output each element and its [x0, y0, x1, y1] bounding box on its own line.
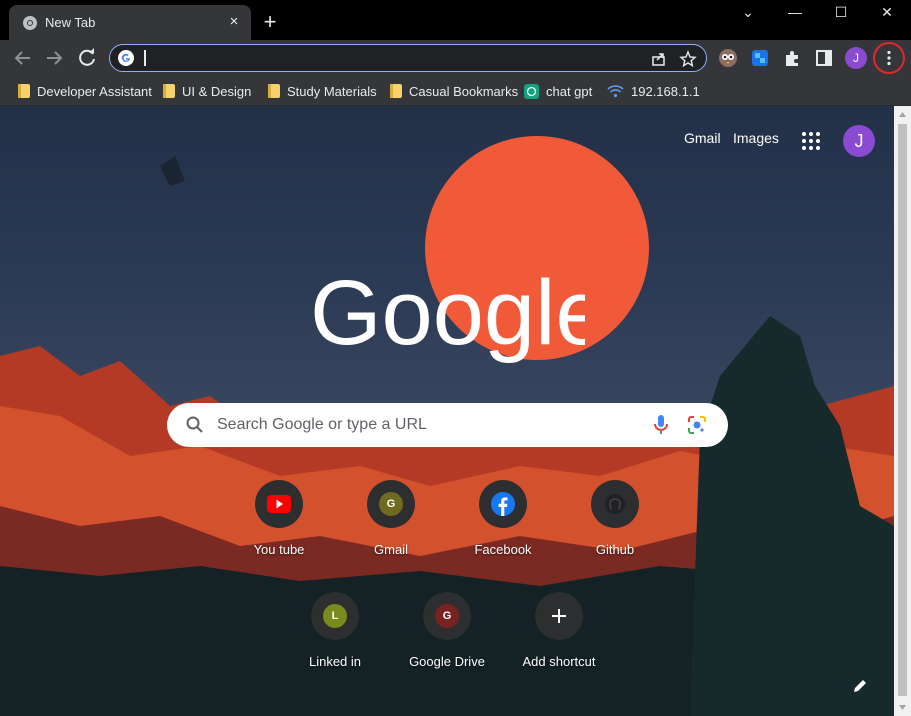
shortcut-label: Linked in [308, 654, 362, 669]
maximize-button[interactable]: ☐ [818, 2, 864, 24]
shortcut-label: Facebook [474, 542, 532, 557]
url-input[interactable] [143, 48, 623, 68]
text-cursor [144, 50, 146, 66]
github-icon [605, 494, 625, 514]
bookmark-label: UI & Design [182, 83, 252, 99]
back-icon[interactable] [10, 45, 36, 71]
scroll-up-icon[interactable] [899, 111, 906, 118]
bookmark-label: 192.168.1.1 [631, 83, 700, 99]
bookmark-chat-gpt[interactable]: chat gpt [524, 81, 592, 101]
forward-icon[interactable] [41, 45, 67, 71]
shortcut-gmail[interactable]: G Gmail [335, 480, 447, 580]
search-input[interactable] [217, 413, 637, 437]
folder-icon [268, 84, 280, 98]
tab-new-tab[interactable]: New Tab × [9, 5, 251, 40]
extensions-puzzle-icon[interactable] [781, 47, 803, 69]
address-bar[interactable] [109, 44, 707, 72]
minimize-button[interactable]: — [772, 2, 818, 24]
bookmark-ui-design[interactable]: UI & Design [163, 81, 251, 101]
bookmark-label: chat gpt [546, 83, 593, 99]
shortcut-tile: L [311, 592, 359, 640]
extension-blue-icon[interactable] [749, 47, 771, 69]
toolbar: J [0, 40, 911, 76]
page-scrollbar[interactable] [894, 106, 911, 716]
youtube-icon [267, 495, 291, 513]
account-avatar[interactable]: J [843, 125, 875, 157]
search-box[interactable] [167, 403, 728, 447]
shortcut-tile [479, 480, 527, 528]
shortcut-tile: G [423, 592, 471, 640]
bookmark-study-materials[interactable]: Study Materials [268, 81, 377, 101]
shortcut-label: Google Drive [409, 654, 485, 669]
new-tab-page: Gmail Images J Google Search Google or t… [0, 106, 894, 716]
more-vertical-icon [887, 50, 891, 66]
shortcut-tile [255, 480, 303, 528]
customize-pencil-icon[interactable] [850, 676, 870, 696]
tab-search-button[interactable]: ⌄ [725, 2, 771, 24]
bookmark-developer-assistant[interactable]: Developer Assistant [18, 81, 152, 101]
bookmark-label: Study Materials [287, 83, 377, 99]
tab-close-button[interactable]: × [225, 13, 243, 31]
shortcut-label: Github [595, 542, 635, 557]
add-shortcut-button[interactable]: Add shortcut [503, 592, 615, 692]
scroll-thumb[interactable] [898, 124, 907, 696]
bookmark-router[interactable]: 192.168.1.1 [607, 81, 700, 101]
profile-avatar[interactable]: J [845, 47, 867, 69]
gmail-link[interactable]: Gmail [684, 130, 721, 146]
close-window-button[interactable]: ✕ [864, 2, 910, 24]
reload-icon[interactable] [74, 45, 100, 71]
side-panel-icon[interactable] [813, 47, 835, 69]
folder-icon [163, 84, 175, 98]
bookmark-label: Developer Assistant [37, 83, 152, 99]
new-tab-button[interactable]: + [258, 11, 282, 35]
google-lens-icon[interactable] [686, 414, 708, 436]
shortcut-google-drive[interactable]: G Google Drive [391, 592, 503, 692]
tab-strip: New Tab × + ⌄ — ☐ ✕ [0, 0, 911, 40]
images-link[interactable]: Images [733, 130, 779, 146]
chatgpt-icon [524, 83, 539, 99]
bookmarks-bar: Developer Assistant UI & Design Study Ma… [0, 76, 911, 106]
bookmark-casual-bookmarks[interactable]: Casual Bookmarks [390, 81, 518, 101]
folder-icon [390, 84, 402, 98]
letter-avatar: G [379, 492, 403, 516]
plus-icon [552, 609, 566, 623]
shortcut-tile: G [367, 480, 415, 528]
folder-icon [18, 84, 30, 98]
shortcut-label: Gmail [374, 542, 408, 557]
shortcut-label: You tube [253, 542, 305, 557]
bookmark-star-icon[interactable] [679, 50, 697, 68]
google-logo: Google [310, 264, 585, 364]
google-g-icon [118, 50, 134, 66]
svg-text:Google: Google [310, 264, 585, 364]
shortcut-tile [535, 592, 583, 640]
wifi-icon [607, 84, 624, 97]
extension-owl-icon[interactable] [717, 47, 739, 69]
shortcut-github[interactable]: Github [559, 480, 671, 580]
bookmark-label: Casual Bookmarks [409, 83, 519, 99]
chrome-icon [23, 16, 37, 30]
facebook-icon [491, 492, 515, 516]
search-icon [186, 416, 203, 433]
chrome-menu-button[interactable] [873, 42, 905, 74]
microphone-icon[interactable] [651, 414, 671, 436]
shortcut-linkedin[interactable]: L Linked in [279, 592, 391, 692]
scroll-down-icon[interactable] [899, 704, 906, 711]
letter-avatar: L [323, 604, 347, 628]
share-icon[interactable] [650, 50, 668, 68]
letter-avatar: G [435, 604, 459, 628]
tab-title: New Tab [45, 15, 96, 30]
shortcut-facebook[interactable]: Facebook [447, 480, 559, 580]
shortcut-tile [591, 480, 639, 528]
shortcut-label: Add shortcut [522, 654, 596, 669]
browser-window: New Tab × + ⌄ — ☐ ✕ J Developer Assistan… [0, 0, 911, 716]
shortcut-youtube[interactable]: You tube [223, 480, 335, 580]
google-apps-icon[interactable] [801, 131, 821, 151]
